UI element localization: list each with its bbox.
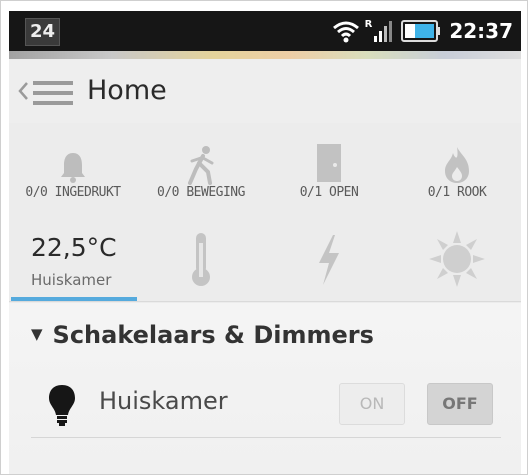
network-type-label: R — [364, 19, 373, 30]
flame-icon — [445, 147, 469, 183]
phone-screen: 24 R 22:37 Home 0/0 INGEDRUKT 0/0 BEWEGI… — [0, 0, 528, 475]
walking-person-icon — [188, 146, 214, 185]
bulb-icon — [49, 385, 75, 426]
notification-badge: 24 — [25, 18, 61, 46]
sensor-label-pressed: 0/0 INGEDRUKT — [25, 185, 121, 200]
app-content: Home 0/0 INGEDRUKT 0/0 BEWEGING 0/1 OPEN… — [9, 59, 521, 474]
device-row: Huiskamer ON OFF — [9, 371, 521, 435]
row-divider — [31, 437, 501, 438]
door-icon — [317, 144, 341, 182]
action-bar: Home — [9, 59, 521, 123]
collapse-arrow-icon: ▼ — [31, 325, 43, 343]
bell-icon — [61, 153, 85, 183]
temperature-value: 22,5°C — [31, 233, 117, 262]
section-title: Schakelaars & Dimmers — [52, 321, 374, 349]
power-tab[interactable] — [265, 229, 393, 293]
thermometer-tab[interactable] — [137, 229, 265, 293]
sun-icon — [429, 231, 485, 287]
menu-icon[interactable] — [29, 80, 77, 106]
battery-icon — [401, 20, 441, 42]
device-name: Huiskamer — [99, 387, 228, 415]
wifi-icon — [332, 21, 359, 43]
clock: 22:37 — [449, 19, 513, 43]
status-bar: 24 R 22:37 — [9, 11, 521, 51]
status-icons: R 22:37 — [331, 11, 513, 51]
sensor-label-motion: 0/0 BEWEGING — [157, 185, 245, 200]
page-title: Home — [87, 75, 167, 106]
light-tab[interactable] — [393, 229, 521, 293]
header-gradient — [9, 51, 521, 59]
sensor-label-smoke: 0/1 ROOK — [427, 185, 487, 200]
sensor-label-door: 0/1 OPEN — [299, 185, 359, 200]
off-button[interactable]: OFF — [427, 383, 493, 425]
lightning-icon — [319, 235, 339, 285]
signal-icon — [374, 21, 393, 42]
on-button[interactable]: ON — [339, 383, 405, 425]
tab-divider — [9, 301, 521, 302]
thermometer-icon — [192, 233, 210, 286]
temperature-room: Huiskamer — [31, 271, 112, 289]
section-header-switches[interactable]: ▼ Schakelaars & Dimmers — [31, 321, 374, 349]
